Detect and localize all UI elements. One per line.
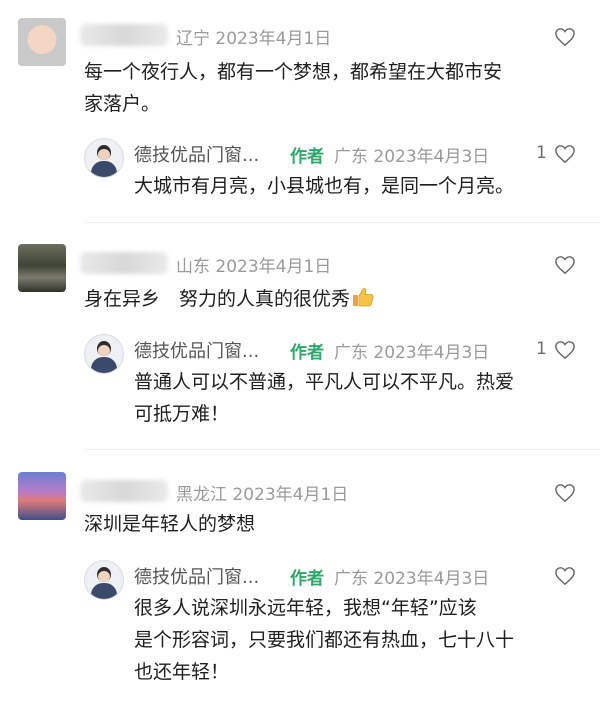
comment-text-line: 每一个夜行人，都有一个梦想，都希望在大都市安 — [84, 61, 503, 83]
commenter-avatar[interactable] — [18, 244, 66, 292]
like-heart-icon[interactable] — [554, 27, 576, 47]
reply-location: 广东 — [334, 569, 368, 589]
like-heart-icon[interactable] — [554, 483, 576, 503]
reply-date: 2023年4月3日 — [373, 343, 490, 363]
like-heart-icon[interactable] — [554, 255, 576, 275]
reply-text-line: 很多人说深圳永远年轻，我想“年轻”应该 — [134, 597, 477, 619]
reply-text-line: 也还年轻！ — [134, 661, 230, 683]
reply-author-name[interactable]: 德技优品门窗... — [134, 141, 259, 167]
author-tag: 作者 — [290, 569, 324, 589]
comment-text-line: 家落户。 — [84, 93, 161, 115]
divider — [84, 449, 600, 450]
reply-text-line: 是个形容词，只要我们都还有热血，七十八十 — [134, 629, 515, 651]
reply-text: 普通人可以不普通，平凡人可以不平凡。热爱 可抵万难！ — [134, 366, 594, 430]
comment-meta: 辽宁 2023年4月1日 — [176, 24, 331, 49]
comment-location: 辽宁 — [176, 29, 210, 49]
comment-text: 身在异乡 努力的人真的很优秀 — [84, 283, 584, 315]
commenter-name-blurred[interactable] — [80, 252, 168, 274]
commenter-avatar[interactable] — [18, 472, 66, 520]
reply-meta: 广东 2023年4月3日 — [334, 564, 489, 589]
reply-author-name[interactable]: 德技优品门窗... — [134, 337, 259, 363]
comment-meta: 黑龙江 2023年4月1日 — [176, 480, 348, 505]
like-heart-icon[interactable] — [554, 340, 576, 360]
reply-avatar[interactable] — [84, 138, 124, 178]
comment-text: 深圳是年轻人的梦想 — [84, 508, 584, 540]
reply-avatar[interactable] — [84, 334, 124, 374]
comment-location: 山东 — [176, 257, 210, 277]
comment-text-line: 深圳是年轻人的梦想 — [84, 513, 256, 535]
comment-location: 黑龙江 — [176, 485, 227, 505]
reply-like-count: 1 — [536, 339, 547, 359]
divider — [84, 222, 600, 223]
author-tag: 作者 — [290, 147, 324, 167]
reply-like-count: 1 — [536, 143, 547, 163]
reply-date: 2023年4月3日 — [373, 569, 490, 589]
comment-text-line: 身在异乡 努力的人真的很优秀 — [84, 283, 584, 315]
reply-meta: 广东 2023年4月3日 — [334, 142, 489, 167]
commenter-avatar[interactable] — [18, 18, 66, 66]
reply-text: 大城市有月亮，小县城也有，是同一个月亮。 — [134, 170, 594, 202]
like-heart-icon[interactable] — [554, 144, 576, 164]
reply-text-line: 可抵万难！ — [134, 403, 230, 425]
commenter-name-blurred[interactable] — [80, 480, 168, 502]
thumbs-up-emoji-icon — [352, 286, 374, 308]
comment-text-segment: 身在异乡 努力的人真的很优秀 — [84, 288, 351, 310]
reply-text: 很多人说深圳永远年轻，我想“年轻”应该 是个形容词，只要我们都还有热血，七十八十… — [134, 592, 594, 688]
reply-location: 广东 — [334, 343, 368, 363]
comment-date: 2023年4月1日 — [215, 257, 332, 277]
reply-location: 广东 — [334, 147, 368, 167]
commenter-name-blurred[interactable] — [80, 24, 168, 46]
comment-date: 2023年4月1日 — [215, 29, 332, 49]
reply-author-name[interactable]: 德技优品门窗... — [134, 563, 259, 589]
like-heart-icon[interactable] — [554, 566, 576, 586]
reply-date: 2023年4月3日 — [373, 147, 490, 167]
reply-avatar[interactable] — [84, 560, 124, 600]
comment-date: 2023年4月1日 — [232, 485, 349, 505]
comment-meta: 山东 2023年4月1日 — [176, 252, 331, 277]
reply-meta: 广东 2023年4月3日 — [334, 338, 489, 363]
reply-text-line: 普通人可以不普通，平凡人可以不平凡。热爱 — [134, 371, 515, 393]
author-tag: 作者 — [290, 343, 324, 363]
comment-text: 每一个夜行人，都有一个梦想，都希望在大都市安 家落户。 — [84, 56, 584, 120]
reply-text-line: 大城市有月亮，小县城也有，是同一个月亮。 — [134, 175, 515, 197]
